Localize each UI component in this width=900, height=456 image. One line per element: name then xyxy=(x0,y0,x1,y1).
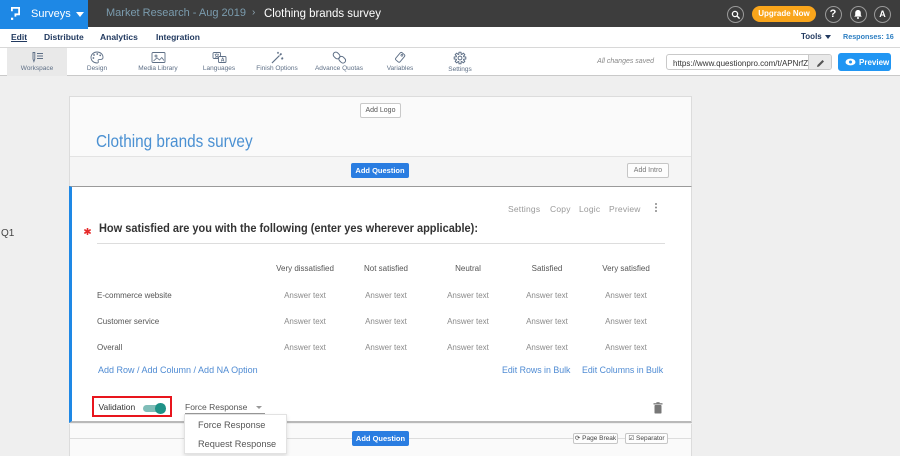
svg-text:A: A xyxy=(220,58,224,64)
